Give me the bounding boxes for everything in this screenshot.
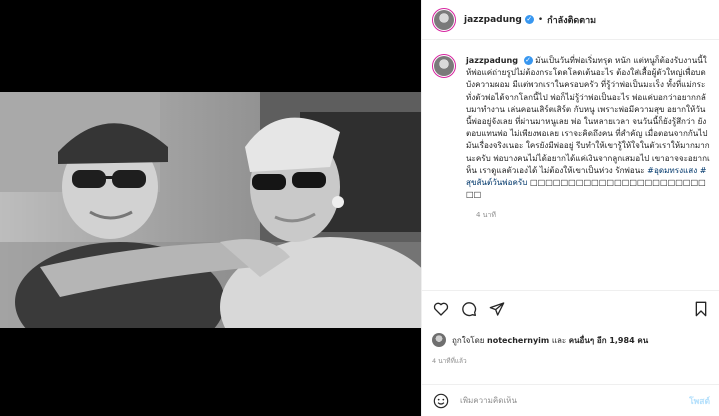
emoji-button[interactable] — [432, 392, 450, 410]
likes-joiner: และ — [551, 335, 567, 345]
caption-area: jazzpadung ✓ มันเป็นวันที่พ่อเริ่มทรุด ห… — [422, 40, 719, 290]
caption-body: มันเป็นวันที่พ่อเริ่มทรุด หนัก แต่หนูก็ต… — [466, 55, 710, 175]
comment-input[interactable] — [460, 396, 690, 405]
caption-row: jazzpadung ✓ มันเป็นวันที่พ่อเริ่มทรุด ห… — [432, 54, 710, 200]
verified-badge-icon: ✓ — [523, 56, 533, 65]
caption-time: 4 นาที — [476, 211, 497, 220]
verified-badge-icon: ✓ — [524, 15, 534, 24]
likes-others-link[interactable]: คนอื่นๆ อีก 1,984 คน — [569, 334, 649, 347]
post-side-panel: jazzpadung ✓ • กำลังติดตาม jazzpadung ✓ … — [421, 0, 719, 416]
smiley-icon — [433, 393, 449, 408]
post-timestamp[interactable]: 4 นาทีที่แล้ว — [432, 356, 710, 366]
following-button[interactable]: กำลังติดตาม — [547, 13, 596, 27]
liker-avatar[interactable] — [432, 333, 446, 347]
post-header: jazzpadung ✓ • กำลังติดตาม — [422, 0, 719, 40]
heart-icon — [433, 302, 449, 316]
bookmark-icon — [695, 301, 707, 317]
comment-button[interactable] — [460, 300, 478, 318]
photo-image — [0, 92, 421, 328]
comment-bar: โพสต์ — [422, 384, 719, 416]
post-dialog: jazzpadung ✓ • กำลังติดตาม jazzpadung ✓ … — [0, 0, 719, 416]
paper-plane-icon — [489, 302, 505, 316]
post-comment-button[interactable]: โพสต์ — [689, 394, 710, 408]
caption-username[interactable]: jazzpadung — [466, 55, 518, 65]
share-button[interactable] — [488, 300, 506, 318]
action-icons — [432, 299, 710, 319]
comment-icon — [462, 302, 477, 317]
author-username[interactable]: jazzpadung — [464, 15, 522, 25]
save-button[interactable] — [692, 300, 710, 318]
post-media — [0, 0, 421, 416]
hashtag-link[interactable]: #อุดมทรงแสง — [647, 165, 697, 175]
likes-summary: ถูกใจโดย notechernyim และ คนอื่นๆ อีก 1,… — [432, 333, 710, 347]
author-avatar[interactable] — [432, 7, 456, 32]
likes-prefix: ถูกใจโดย — [452, 335, 485, 345]
post-actions: ถูกใจโดย notechernyim และ คนอื่นๆ อีก 1,… — [422, 290, 719, 366]
liker-username[interactable]: notechernyim — [487, 336, 549, 345]
caption-text: jazzpadung ✓ มันเป็นวันที่พ่อเริ่มทรุด ห… — [466, 54, 710, 200]
post-photo[interactable] — [0, 92, 421, 328]
like-button[interactable] — [432, 300, 450, 318]
caption-avatar[interactable] — [432, 54, 456, 78]
header-separator: • — [537, 14, 544, 25]
